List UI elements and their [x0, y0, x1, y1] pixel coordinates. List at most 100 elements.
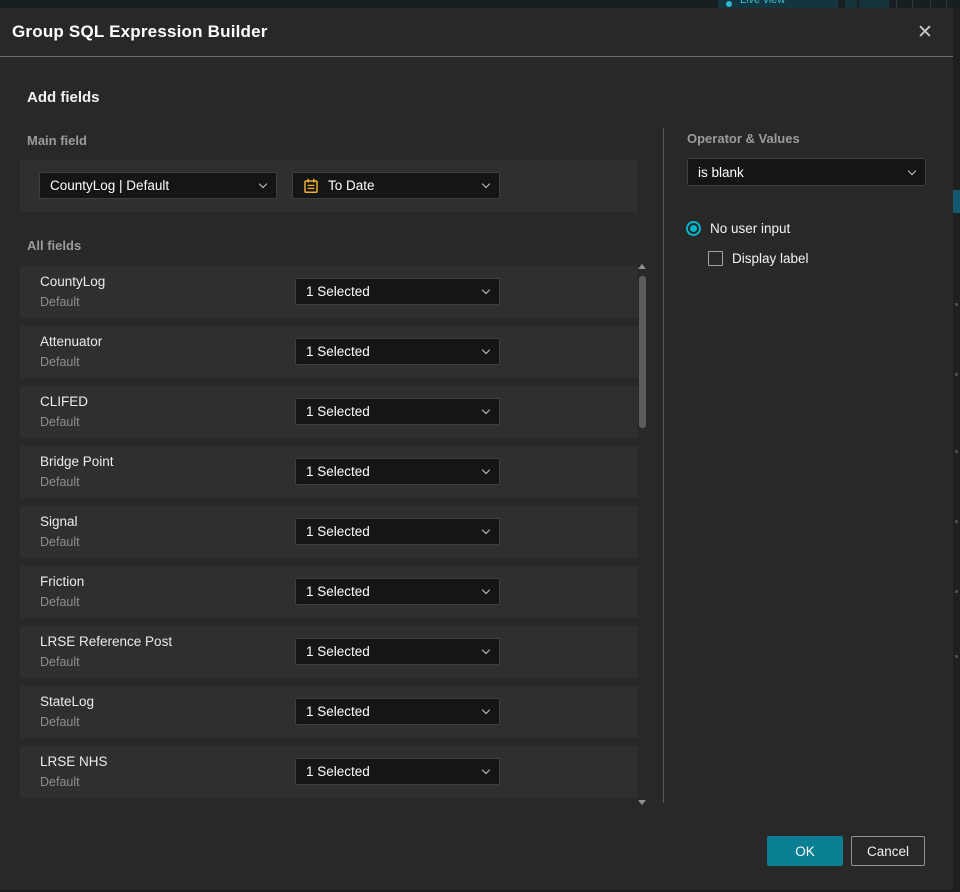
field-name: LRSE Reference Post: [40, 634, 173, 649]
operator-dropdown[interactable]: is blank: [687, 158, 926, 186]
field-row: Bridge Point Default 1 Selected: [20, 446, 638, 498]
field-selection-value: 1 Selected: [306, 584, 370, 599]
radio-selected-icon: [686, 221, 701, 236]
background-tool-icon: [955, 373, 958, 376]
background-tool-icon: [955, 655, 958, 658]
operator-dropdown-value: is blank: [698, 164, 744, 180]
field-selection-value: 1 Selected: [306, 464, 370, 479]
field-row: CountyLog Default 1 Selected: [20, 266, 638, 318]
main-field-type-value: To Date: [328, 178, 375, 193]
toolbar-separator: [930, 0, 931, 8]
chevron-down-icon: [481, 645, 491, 655]
field-row: LRSE Reference Post Default 1 Selected: [20, 626, 638, 678]
main-field-label: Main field: [27, 133, 87, 148]
background-tool-icon: [955, 520, 958, 523]
field-subtitle: Default: [40, 295, 80, 309]
field-selection-value: 1 Selected: [306, 404, 370, 419]
field-name: Attenuator: [40, 334, 103, 349]
background-app-right-strip: [953, 8, 960, 892]
field-subtitle: Default: [40, 655, 80, 669]
field-selection-value: 1 Selected: [306, 644, 370, 659]
background-toolbar-button: [859, 0, 889, 8]
field-name: CountyLog: [40, 274, 106, 289]
background-tool-icon: [955, 590, 958, 593]
field-selection-dropdown[interactable]: 1 Selected: [295, 278, 500, 305]
field-selection-dropdown[interactable]: 1 Selected: [295, 458, 500, 485]
field-subtitle: Default: [40, 535, 80, 549]
chevron-down-icon: [481, 345, 491, 355]
field-selection-dropdown[interactable]: 1 Selected: [295, 338, 500, 365]
scrollbar-up-arrow[interactable]: [638, 264, 646, 269]
field-selection-value: 1 Selected: [306, 764, 370, 779]
scrollbar-down-arrow[interactable]: [638, 800, 646, 805]
no-user-input-label: No user input: [710, 221, 791, 236]
main-field-dropdown-value: CountyLog | Default: [50, 178, 170, 193]
chevron-down-icon: [907, 166, 917, 175]
field-row: Friction Default 1 Selected: [20, 566, 638, 618]
dialog-title: Group SQL Expression Builder: [12, 22, 268, 41]
chevron-down-icon: [481, 405, 491, 415]
chevron-down-icon: [481, 179, 491, 189]
main-field-panel: CountyLog | Default To Date: [20, 160, 638, 212]
live-view-button[interactable]: Live view: [718, 0, 838, 8]
chevron-down-icon: [481, 465, 491, 475]
field-row: CLIFED Default 1 Selected: [20, 386, 638, 438]
background-selected-tool-highlight: [953, 190, 960, 213]
field-subtitle: Default: [40, 355, 80, 369]
toolbar-separator: [946, 0, 947, 8]
chevron-down-icon: [481, 285, 491, 295]
cancel-button[interactable]: Cancel: [851, 836, 925, 866]
field-row: StateLog Default 1 Selected: [20, 686, 638, 738]
field-name: LRSE NHS: [40, 754, 108, 769]
ok-button[interactable]: OK: [767, 836, 843, 866]
chevron-down-icon: [258, 179, 268, 189]
chevron-down-icon: [481, 525, 491, 535]
field-name: Bridge Point: [40, 454, 114, 469]
field-selection-value: 1 Selected: [306, 284, 370, 299]
field-selection-dropdown[interactable]: 1 Selected: [295, 758, 500, 785]
display-label-label: Display label: [732, 251, 809, 266]
field-name: Signal: [40, 514, 78, 529]
field-selection-dropdown[interactable]: 1 Selected: [295, 578, 500, 605]
all-fields-list: CountyLog Default 1 Selected Attenuator …: [20, 266, 638, 798]
display-label-checkbox[interactable]: Display label: [708, 251, 809, 266]
field-subtitle: Default: [40, 475, 80, 489]
group-sql-expression-builder-dialog: Group SQL Expression Builder ✕ Add field…: [0, 8, 953, 892]
field-subtitle: Default: [40, 715, 80, 729]
add-fields-heading: Add fields: [27, 89, 100, 106]
field-selection-dropdown[interactable]: 1 Selected: [295, 518, 500, 545]
field-subtitle: Default: [40, 415, 80, 429]
no-user-input-radio[interactable]: No user input: [686, 221, 790, 236]
field-selection-value: 1 Selected: [306, 524, 370, 539]
live-view-label: Live view: [740, 0, 786, 6]
field-selection-dropdown[interactable]: 1 Selected: [295, 638, 500, 665]
field-row: Attenuator Default 1 Selected: [20, 326, 638, 378]
checkbox-unchecked-icon: [708, 251, 723, 266]
main-field-dropdown[interactable]: CountyLog | Default: [39, 172, 277, 199]
field-row: Signal Default 1 Selected: [20, 506, 638, 558]
calendar-icon: [304, 178, 318, 193]
background-toolbar-button: [845, 0, 857, 8]
operator-values-label: Operator & Values: [687, 131, 800, 146]
field-selection-value: 1 Selected: [306, 344, 370, 359]
close-icon[interactable]: ✕: [911, 18, 939, 46]
field-subtitle: Default: [40, 775, 80, 789]
chevron-down-icon: [481, 765, 491, 775]
field-selection-dropdown[interactable]: 1 Selected: [295, 698, 500, 725]
all-fields-label: All fields: [27, 238, 82, 253]
field-selection-dropdown[interactable]: 1 Selected: [295, 398, 500, 425]
field-selection-value: 1 Selected: [306, 704, 370, 719]
live-view-dot-icon: [726, 1, 732, 7]
toolbar-separator: [912, 0, 913, 8]
chevron-down-icon: [481, 585, 491, 595]
background-tool-icon: [955, 303, 958, 306]
toolbar-separator: [896, 0, 897, 8]
background-app-top-strip: Live view: [0, 0, 960, 8]
field-row: LRSE NHS Default 1 Selected: [20, 746, 638, 798]
field-name: Friction: [40, 574, 85, 589]
field-name: CLIFED: [40, 394, 89, 409]
panel-divider: [663, 128, 664, 803]
scrollbar-thumb[interactable]: [639, 276, 646, 428]
background-tool-icon: [955, 450, 958, 453]
main-field-type-dropdown[interactable]: To Date: [292, 172, 500, 199]
